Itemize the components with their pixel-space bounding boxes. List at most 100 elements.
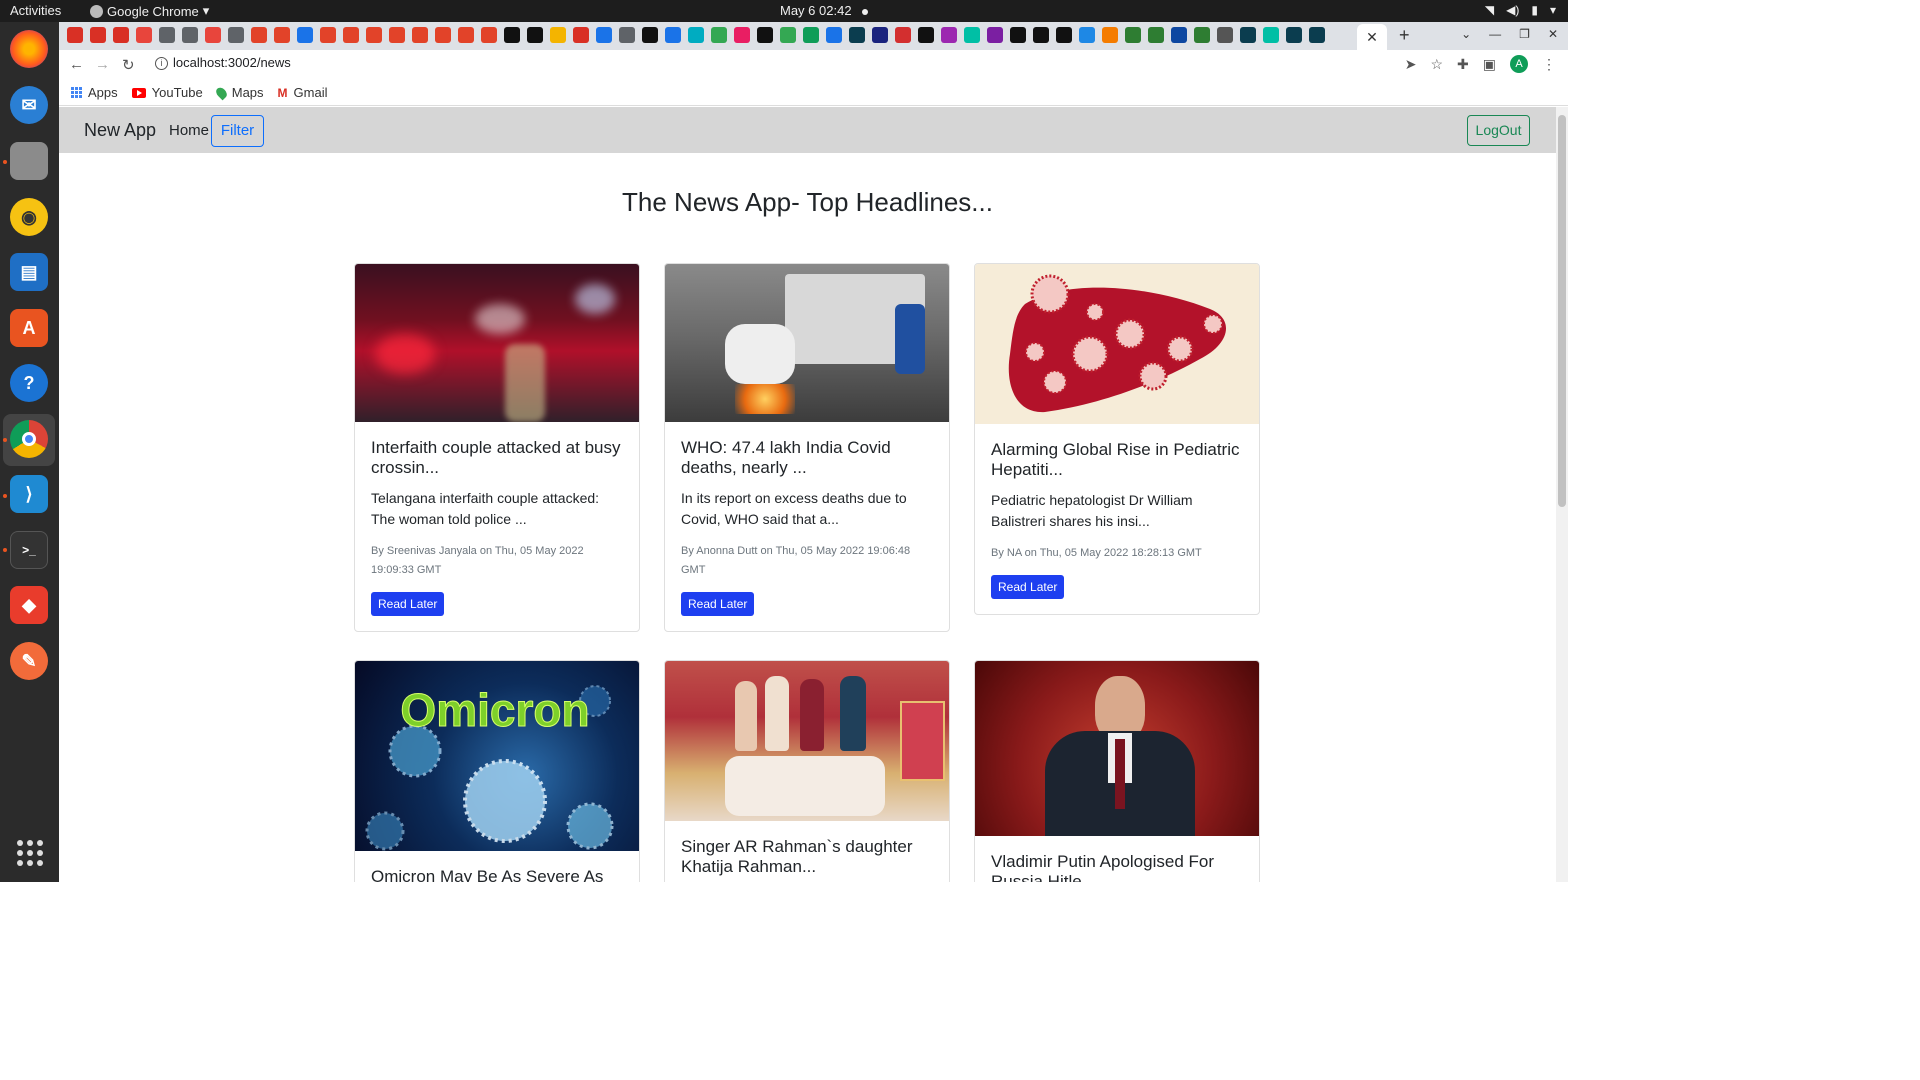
side-panel-icon[interactable]: ▣ bbox=[1483, 56, 1496, 73]
pinned-tab-favicon-icon[interactable] bbox=[780, 27, 796, 43]
pinned-tab-favicon-icon[interactable] bbox=[389, 27, 405, 43]
pinned-tab-favicon-icon[interactable] bbox=[1102, 27, 1118, 43]
profile-avatar[interactable]: A bbox=[1510, 55, 1528, 73]
active-tab-close[interactable]: ✕ bbox=[1357, 24, 1387, 50]
clock[interactable]: May 6 02:42 bbox=[780, 3, 868, 18]
scrollbar-thumb[interactable] bbox=[1558, 115, 1566, 507]
minimize-icon[interactable]: — bbox=[1489, 27, 1501, 41]
pinned-tab-favicon-icon[interactable] bbox=[527, 27, 543, 43]
pinned-tab-favicon-icon[interactable] bbox=[159, 27, 175, 43]
pinned-tab-favicon-icon[interactable] bbox=[1240, 27, 1256, 43]
pinned-tab-favicon-icon[interactable] bbox=[366, 27, 382, 43]
pinned-tab-favicon-icon[interactable] bbox=[573, 27, 589, 43]
pinned-tab-favicon-icon[interactable] bbox=[228, 27, 244, 43]
navbar-brand[interactable]: New App bbox=[84, 120, 156, 141]
nav-link-filter[interactable]: Filter bbox=[211, 115, 264, 147]
pinned-tab-favicon-icon[interactable] bbox=[182, 27, 198, 43]
back-icon[interactable]: ← bbox=[69, 56, 84, 73]
postman-icon[interactable]: ✎ bbox=[10, 642, 48, 680]
bookmark-apps[interactable]: Apps bbox=[71, 85, 118, 100]
pinned-tab-favicon-icon[interactable] bbox=[918, 27, 934, 43]
pinned-tab-favicon-icon[interactable] bbox=[872, 27, 888, 43]
pinned-tab-favicon-icon[interactable] bbox=[711, 27, 727, 43]
url-input[interactable] bbox=[173, 55, 773, 70]
pinned-tab-favicon-icon[interactable] bbox=[412, 27, 428, 43]
pinned-tab-favicon-icon[interactable] bbox=[205, 27, 221, 43]
pinned-tab-favicon-icon[interactable] bbox=[987, 27, 1003, 43]
pinned-tab-favicon-icon[interactable] bbox=[1263, 27, 1279, 43]
anydesk-icon[interactable]: ◆ bbox=[10, 586, 48, 624]
pinned-tab-favicon-icon[interactable] bbox=[642, 27, 658, 43]
pinned-tab-favicon-icon[interactable] bbox=[1194, 27, 1210, 43]
pinned-tab-favicon-icon[interactable] bbox=[1079, 27, 1095, 43]
new-tab-button[interactable]: + bbox=[1399, 25, 1410, 46]
read-later-button[interactable]: Read Later bbox=[681, 592, 755, 616]
pinned-tab-favicon-icon[interactable] bbox=[1010, 27, 1026, 43]
terminal-icon[interactable]: >_ bbox=[10, 531, 48, 569]
pinned-tab-favicon-icon[interactable] bbox=[757, 27, 773, 43]
pinned-tab-favicon-icon[interactable] bbox=[1309, 27, 1325, 43]
tab-search-icon[interactable]: ⌄ bbox=[1461, 27, 1471, 41]
pinned-tab-favicon-icon[interactable] bbox=[458, 27, 474, 43]
pinned-tab-favicon-icon[interactable] bbox=[251, 27, 267, 43]
forward-icon[interactable]: → bbox=[95, 56, 110, 73]
menu-dots-icon[interactable]: ⋮ bbox=[1542, 56, 1556, 73]
pinned-tab-favicon-icon[interactable] bbox=[1148, 27, 1164, 43]
pinned-tab-favicon-icon[interactable] bbox=[504, 27, 520, 43]
rhythmbox-icon[interactable]: ◉ bbox=[10, 198, 48, 236]
pinned-tab-favicon-icon[interactable] bbox=[596, 27, 612, 43]
pinned-tab-favicon-icon[interactable] bbox=[550, 27, 566, 43]
bookmark-gmail[interactable]: M Gmail bbox=[278, 85, 328, 100]
pinned-tab-favicon-icon[interactable] bbox=[90, 27, 106, 43]
activities-button[interactable]: Activities bbox=[10, 3, 61, 18]
logout-button[interactable]: LogOut bbox=[1467, 115, 1530, 146]
close-icon[interactable]: ✕ bbox=[1366, 29, 1378, 45]
address-bar[interactable]: i bbox=[149, 53, 1449, 77]
pinned-tab-favicon-icon[interactable] bbox=[964, 27, 980, 43]
read-later-button[interactable]: Read Later bbox=[371, 592, 445, 616]
pinned-tab-favicon-icon[interactable] bbox=[826, 27, 842, 43]
bookmark-youtube[interactable]: YouTube bbox=[131, 85, 203, 100]
pinned-tab-favicon-icon[interactable] bbox=[734, 27, 750, 43]
pinned-tab-favicon-icon[interactable] bbox=[113, 27, 129, 43]
help-icon[interactable]: ? bbox=[10, 364, 48, 402]
bookmark-maps[interactable]: Maps bbox=[213, 85, 264, 100]
nav-link-home[interactable]: Home bbox=[169, 122, 209, 139]
pinned-tab-favicon-icon[interactable] bbox=[274, 27, 290, 43]
firefox-icon[interactable] bbox=[10, 30, 48, 68]
chrome-icon[interactable] bbox=[10, 420, 48, 458]
page-scrollbar[interactable] bbox=[1556, 107, 1568, 882]
pinned-tab-favicon-icon[interactable] bbox=[67, 27, 83, 43]
pinned-tab-favicon-icon[interactable] bbox=[343, 27, 359, 43]
pinned-tab-favicon-icon[interactable] bbox=[665, 27, 681, 43]
pinned-tab-favicon-icon[interactable] bbox=[849, 27, 865, 43]
pinned-tab-favicon-icon[interactable] bbox=[1033, 27, 1049, 43]
writer-icon[interactable]: ▤ bbox=[10, 253, 48, 291]
pinned-tab-favicon-icon[interactable] bbox=[941, 27, 957, 43]
pinned-tab-favicon-icon[interactable] bbox=[1217, 27, 1233, 43]
read-later-button[interactable]: Read Later bbox=[991, 575, 1065, 599]
site-info-icon[interactable]: i bbox=[155, 57, 168, 70]
software-center-icon[interactable]: A bbox=[10, 309, 48, 347]
pinned-tab-favicon-icon[interactable] bbox=[136, 27, 152, 43]
pinned-tab-favicon-icon[interactable] bbox=[1056, 27, 1072, 43]
pinned-tab-favicon-icon[interactable] bbox=[297, 27, 313, 43]
send-icon[interactable]: ➤ bbox=[1405, 56, 1417, 73]
bookmark-star-icon[interactable]: ☆ bbox=[1430, 56, 1443, 73]
pinned-tab-favicon-icon[interactable] bbox=[895, 27, 911, 43]
restore-icon[interactable]: ❐ bbox=[1519, 27, 1530, 41]
pinned-tab-favicon-icon[interactable] bbox=[688, 27, 704, 43]
pinned-tab-favicon-icon[interactable] bbox=[320, 27, 336, 43]
pinned-tab-favicon-icon[interactable] bbox=[1171, 27, 1187, 43]
show-applications-icon[interactable] bbox=[17, 840, 43, 866]
files-icon[interactable] bbox=[10, 142, 48, 180]
system-tray[interactable]: ◥ ◀) ▮ ▾ bbox=[1485, 3, 1556, 17]
vscode-icon[interactable]: ⟩ bbox=[10, 475, 48, 513]
window-close-icon[interactable]: ✕ bbox=[1548, 27, 1558, 41]
reload-icon[interactable]: ↻ bbox=[122, 56, 135, 74]
pinned-tab-favicon-icon[interactable] bbox=[1286, 27, 1302, 43]
app-menu[interactable]: Google Chrome ▾ bbox=[90, 3, 209, 19]
pinned-tab-favicon-icon[interactable] bbox=[1125, 27, 1141, 43]
pinned-tab-favicon-icon[interactable] bbox=[435, 27, 451, 43]
extensions-icon[interactable]: ✚ bbox=[1457, 56, 1469, 73]
